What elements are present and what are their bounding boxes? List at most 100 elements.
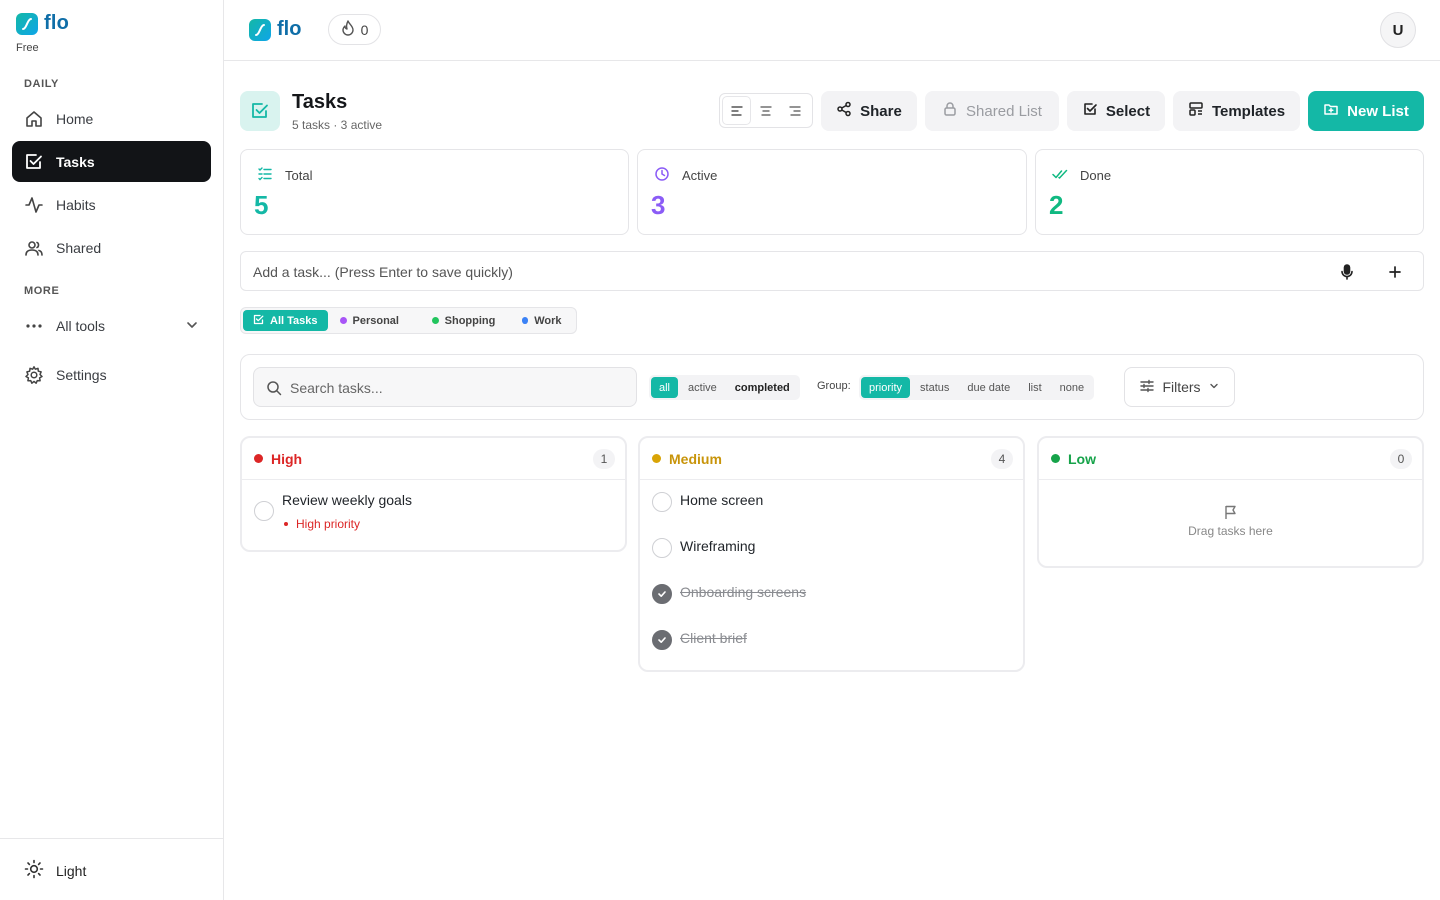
home-icon (24, 109, 44, 129)
group-by-priority[interactable]: priority (861, 377, 911, 398)
theme-toggle-button[interactable]: Light (24, 859, 86, 882)
list-color-dot (431, 317, 439, 324)
align-left-button[interactable] (723, 97, 751, 124)
sidebar-item-shared[interactable]: Shared (12, 227, 211, 268)
task-title: Onboarding screens (680, 584, 807, 600)
task-item[interactable]: Home screen (640, 480, 1023, 526)
group-by-none[interactable]: none (1052, 377, 1092, 398)
align-center-button[interactable] (752, 97, 779, 124)
task-item[interactable]: Onboarding screens (640, 572, 1023, 618)
activity-icon (24, 195, 44, 215)
priority-dot (1051, 454, 1060, 463)
list-tab-all-tasks[interactable]: All Tasks (243, 310, 328, 331)
group-by-status[interactable]: status (912, 377, 957, 398)
shared-list-button[interactable]: Shared List (925, 91, 1059, 131)
folder-plus-icon (1323, 101, 1339, 121)
list-color-dot (339, 317, 347, 324)
share-icon (836, 101, 852, 121)
flo-logo-icon (16, 12, 38, 35)
sidebar-item-all-tools[interactable]: All tools (12, 305, 211, 346)
column-header: Low 0 (1039, 438, 1422, 480)
list-color-dot (521, 317, 529, 324)
search-input[interactable] (290, 377, 620, 399)
column-header: High 1 (242, 438, 625, 480)
task-checkbox[interactable] (652, 538, 672, 558)
group-by-list[interactable]: list (1020, 377, 1049, 398)
new-list-label: New List (1347, 102, 1409, 120)
templates-button[interactable]: Templates (1173, 91, 1300, 131)
status-filter-all[interactable]: all (651, 377, 679, 398)
task-checkbox[interactable] (254, 501, 274, 521)
list-tab-shopping[interactable]: Shopping (418, 310, 510, 331)
sidebar-item-label: Settings (56, 366, 107, 383)
group-label: Group: (817, 380, 851, 392)
task-item[interactable]: Client brief (640, 618, 1023, 670)
add-task-bar (240, 251, 1424, 291)
sidebar-item-label: Shared (56, 239, 102, 256)
stat-label: Done (1080, 168, 1112, 183)
double-check-icon (1052, 166, 1068, 185)
status-filter-completed[interactable]: completed (727, 377, 798, 398)
flame-icon (341, 20, 355, 39)
streak-count: 0 (360, 21, 369, 38)
column-empty-dropzone[interactable]: Drag tasks here (1039, 480, 1422, 566)
list-tab-personal[interactable]: Personal (330, 310, 416, 331)
column-count: 0 (1390, 449, 1412, 469)
sidebar-brand[interactable]: flo (16, 12, 69, 35)
streak-badge[interactable]: 0 (328, 14, 381, 45)
task-title: Client brief (680, 630, 747, 646)
checkbox-icon (24, 152, 44, 172)
sidebar-item-settings[interactable]: Settings (12, 354, 211, 395)
brand-name: flo (277, 18, 302, 40)
stat-card-active: Active 3 (637, 149, 1027, 235)
list-tab-label: All Tasks (270, 314, 318, 327)
select-button[interactable]: Select (1067, 91, 1165, 131)
share-button[interactable]: Share (821, 91, 917, 131)
sidebar-item-home[interactable]: Home (12, 98, 211, 139)
task-title: Home screen (680, 492, 764, 508)
task-item[interactable]: Wireframing (640, 526, 1023, 572)
new-list-button[interactable]: New List (1308, 91, 1424, 131)
align-right-button[interactable] (782, 97, 809, 124)
filter-bar: all active completed Group: priority sta… (240, 354, 1424, 420)
empty-state-text: Drag tasks here (1188, 524, 1273, 538)
filters-button[interactable]: Filters (1124, 367, 1235, 407)
task-item[interactable]: Review weekly goals High priority (242, 480, 625, 550)
template-icon (1188, 101, 1204, 121)
list-tab-label: Personal (352, 314, 399, 327)
shared-list-label: Shared List (966, 102, 1042, 120)
list-tab-work[interactable]: Work (512, 310, 572, 331)
avatar[interactable]: U (1380, 12, 1416, 48)
list-filter-tabs: All Tasks Personal Shopping Work (240, 307, 577, 334)
checkbox-icon (253, 314, 264, 328)
status-filter-segment: all active completed (649, 375, 800, 400)
add-task-button[interactable] (1385, 262, 1405, 287)
header-brand[interactable]: flo (249, 18, 301, 41)
sidebar-item-habits[interactable]: Habits (12, 184, 211, 225)
list-tab-label: Work (534, 314, 562, 327)
clock-icon (654, 166, 670, 185)
group-by-segment: priority status due date list none (859, 375, 1095, 400)
stat-label: Active (682, 168, 718, 183)
check-icon (658, 637, 666, 643)
add-task-input[interactable] (253, 261, 1313, 283)
column-count: 1 (593, 449, 615, 469)
priority-column-high: High 1 Review weekly goals High priority (240, 436, 627, 552)
templates-label: Templates (1211, 102, 1286, 120)
theme-label: Light (56, 862, 87, 879)
sidebar-item-tasks[interactable]: Tasks (12, 141, 211, 182)
page-title: Tasks (292, 91, 348, 113)
task-checkbox-checked[interactable] (652, 584, 672, 604)
sidebar-item-label: Tasks (56, 153, 95, 170)
task-checkbox[interactable] (652, 492, 672, 512)
group-by-due-date[interactable]: due date (959, 377, 1018, 398)
section-label-more: MORE (24, 285, 60, 297)
task-checkbox-checked[interactable] (652, 630, 672, 650)
microphone-icon[interactable] (1337, 262, 1357, 287)
section-label-daily: DAILY (24, 78, 59, 90)
stat-card-total: Total 5 (240, 149, 629, 235)
flag-icon (1223, 504, 1239, 525)
status-filter-active[interactable]: active (680, 377, 725, 398)
chevron-down-icon[interactable] (185, 318, 199, 335)
sun-icon (24, 859, 44, 882)
